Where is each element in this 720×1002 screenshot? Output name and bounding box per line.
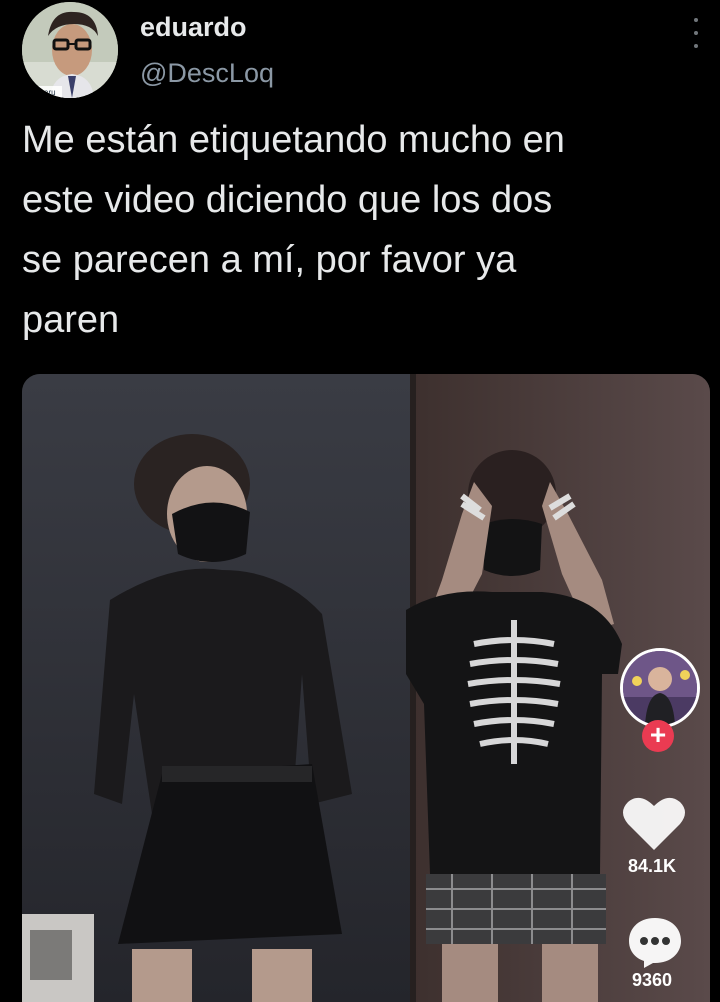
heart-icon[interactable]: [622, 794, 686, 852]
comment-count: 9360: [631, 970, 673, 990]
tweet-text: Me están etiquetando mucho en este video…: [22, 119, 565, 341]
avatar-overlay-text: Loq peru: [24, 88, 56, 97]
creator-avatar[interactable]: [620, 648, 700, 728]
video-media[interactable]: + 84.1K 9360: [22, 374, 710, 1002]
comment-icon[interactable]: [626, 914, 684, 970]
display-name[interactable]: eduardo: [140, 12, 247, 43]
like-count: 84.1K: [627, 856, 677, 876]
plus-icon[interactable]: +: [642, 720, 674, 752]
more-icon[interactable]: [690, 18, 702, 48]
profile-avatar[interactable]: Loq peru: [22, 2, 118, 98]
video-frame: [22, 374, 710, 1002]
user-handle[interactable]: @DescLoq: [140, 58, 274, 89]
